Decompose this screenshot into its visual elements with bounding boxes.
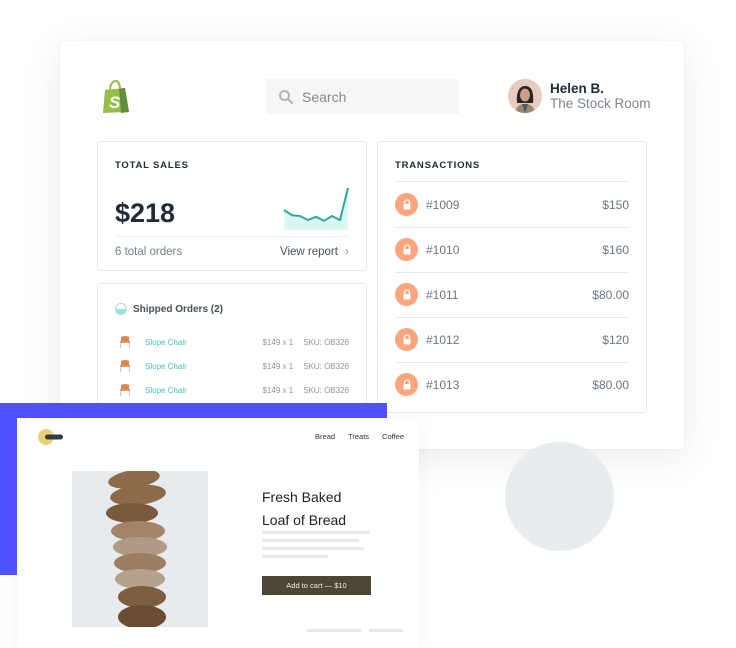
store-logo-icon[interactable] [37, 427, 67, 447]
transaction-row[interactable]: #1009 $150 [395, 182, 629, 228]
transaction-row[interactable]: #1012 $120 [395, 317, 629, 363]
sales-sparkline [283, 187, 349, 230]
description-placeholder [262, 531, 370, 534]
order-sku: SKU: OB326 [303, 385, 349, 395]
total-orders-text: 6 total orders [115, 246, 183, 258]
product-image [72, 471, 208, 627]
sparkline-area [284, 188, 348, 230]
lock-icon [395, 328, 418, 351]
product-name-link[interactable]: Slope Chair [145, 386, 245, 395]
transaction-amount: $80.00 [592, 287, 629, 302]
divider [115, 236, 349, 237]
nav-coffee[interactable]: Coffee [382, 432, 404, 441]
nav-bread[interactable]: Bread [315, 432, 335, 441]
transaction-amount: $160 [602, 242, 629, 257]
footer-placeholder [307, 629, 362, 632]
lock-icon [395, 193, 418, 216]
chair-icon [120, 360, 130, 373]
transaction-row[interactable]: #1011 $80.00 [395, 272, 629, 318]
lock-icon [395, 373, 418, 396]
transaction-id: #1013 [426, 377, 460, 392]
total-sales-amount: $218 [115, 198, 176, 228]
lock-icon [395, 238, 418, 261]
order-price: $149 x 1 [262, 337, 294, 347]
shipped-order-row[interactable]: Slope Chair $149 x 1 SKU: OB326 [118, 358, 349, 374]
shipped-orders-title: Shipped Orders (2) [133, 303, 224, 315]
decorative-circle [505, 442, 614, 551]
transactions-card: TRANSACTIONS #1009 $150 #1010 $160 #1011 $80.… [377, 141, 647, 413]
dashboard-window: S Search Helen B. The Stock Room TOTAL S… [60, 41, 684, 449]
product-name-link[interactable]: Slope Chair [145, 338, 245, 347]
shipped-status-icon [115, 303, 127, 315]
shopify-logo-icon[interactable]: S [99, 80, 133, 114]
footer-placeholder [369, 629, 403, 632]
transaction-row[interactable]: #1013 $80.00 [395, 362, 629, 407]
product-title-line1: Fresh Baked [262, 489, 342, 505]
description-placeholder [262, 539, 359, 542]
total-sales-title: TOTAL SALES [115, 160, 189, 171]
order-sku: SKU: OB326 [303, 337, 349, 347]
transaction-amount: $80.00 [592, 377, 629, 392]
total-sales-card: TOTAL SALES $218 6 total orders View rep… [97, 141, 367, 271]
transaction-id: #1010 [426, 242, 460, 257]
description-placeholder [262, 547, 364, 550]
user-name: Helen B. [550, 81, 605, 96]
add-to-cart-button[interactable]: Add to cart — $10 [262, 576, 371, 595]
shipped-orders-card: Shipped Orders (2) Slope Chair $149 x 1 SK… [97, 283, 367, 414]
transaction-id: #1011 [426, 287, 459, 302]
product-title: Fresh Baked Loaf of Bread [262, 486, 346, 532]
chair-icon [120, 384, 130, 397]
view-report-link[interactable]: View report › [280, 246, 349, 258]
shipped-order-row[interactable]: Slope Chair $149 x 1 SKU: OB326 [118, 382, 349, 398]
transaction-amount: $120 [602, 332, 629, 347]
transaction-row[interactable]: #1010 $160 [395, 227, 629, 273]
sparkline-line [283, 187, 349, 222]
description-placeholder [262, 555, 328, 558]
avatar [508, 79, 542, 113]
nav-treats[interactable]: Treats [348, 432, 369, 441]
store-nav: Bread Treats Coffee [315, 432, 404, 441]
shipped-order-row[interactable]: Slope Chair $149 x 1 SKU: OB326 [118, 334, 349, 350]
chair-icon [120, 336, 130, 349]
transaction-id: #1012 [426, 332, 460, 347]
search-input[interactable]: Search [266, 79, 459, 114]
order-sku: SKU: OB326 [303, 361, 349, 371]
search-icon [279, 89, 294, 104]
lock-icon [395, 283, 418, 306]
transaction-amount: $150 [602, 197, 629, 212]
order-price: $149 x 1 [262, 385, 294, 395]
svg-text:S: S [109, 93, 121, 112]
chevron-right-icon: › [345, 246, 349, 258]
user-menu[interactable]: Helen B. The Stock Room [508, 79, 651, 113]
search-placeholder: Search [302, 88, 347, 105]
product-title-line2: Loaf of Bread [262, 512, 347, 528]
transaction-id: #1009 [426, 197, 460, 212]
product-name-link[interactable]: Slope Chair [145, 362, 245, 371]
storefront-window: Bread Treats Coffee Fresh Baked Loaf of … [17, 418, 419, 648]
order-price: $149 x 1 [262, 361, 294, 371]
store-name: The Stock Room [550, 96, 651, 111]
transactions-title: TRANSACTIONS [395, 160, 481, 171]
view-report-label: View report [279, 246, 338, 258]
